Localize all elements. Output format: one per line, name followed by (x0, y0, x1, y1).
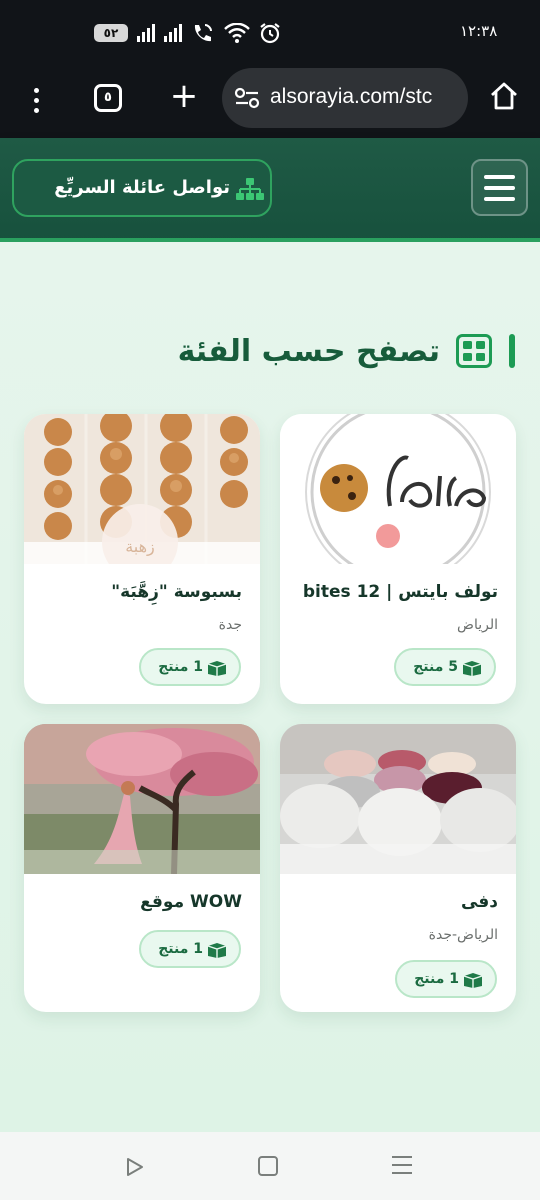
wifi-calling-icon (194, 24, 212, 42)
box-icon (207, 661, 227, 676)
tabs-button[interactable]: ٥ (94, 84, 122, 112)
category-card[interactable]: WOW موقع 1 منتج (24, 724, 260, 1012)
category-card[interactable]: دفى الرياض-جدة 1 منتج (280, 724, 516, 1012)
home-icon[interactable] (258, 1156, 278, 1176)
product-count-badge: 5 منتج (394, 648, 496, 686)
signal-icon (164, 24, 182, 42)
category-card[interactable]: تولف بايتس | 12 bites الرياض 5 منتج (280, 414, 516, 704)
category-name[interactable]: بسبوسة "زِهَّبَة" (32, 582, 242, 602)
status-icons: ٥٢ (94, 22, 281, 44)
category-image (280, 724, 516, 874)
category-city: الرياض (457, 617, 498, 633)
alarm-icon (260, 23, 280, 44)
signal-icon (137, 24, 155, 42)
menu-dots-icon[interactable] (26, 82, 46, 118)
logo-text: زهبة (125, 537, 155, 557)
battery-level: ٥٢ (103, 26, 119, 40)
recent-apps-icon[interactable] (392, 1156, 412, 1176)
sitemap-icon (236, 178, 264, 200)
category-image (24, 724, 260, 874)
site-settings-icon[interactable] (234, 86, 260, 110)
new-tab-icon[interactable]: + (166, 78, 202, 114)
wifi-icon (224, 23, 250, 43)
category-image: زهبة (24, 414, 260, 564)
hamburger-icon[interactable] (471, 159, 528, 216)
product-count-badge: 1 منتج (139, 648, 241, 686)
main-content: تصفح حسب الفئة تولف بايتس | 12 bites الر… (0, 242, 540, 1132)
product-count: 1 منتج (158, 941, 203, 957)
box-icon (463, 973, 483, 988)
category-city: جدة (218, 617, 242, 633)
product-count: 5 منتج (413, 659, 458, 675)
box-icon (462, 661, 482, 676)
site-header: تواصل عائلة السريِّع (0, 138, 540, 242)
product-count-badge: 1 منتج (139, 930, 241, 968)
status-bar: ٥٢ ١٢:٣٨ (0, 0, 540, 64)
category-city: الرياض-جدة (428, 927, 498, 943)
home-icon[interactable] (488, 80, 520, 112)
grid-icon (456, 334, 492, 368)
box-icon (207, 943, 227, 958)
product-count: 1 منتج (414, 971, 459, 987)
browser-toolbar: ٥ + alsorayia.com/stc (0, 64, 540, 138)
back-icon[interactable] (124, 1156, 146, 1178)
system-nav-bar (0, 1132, 540, 1200)
product-count: 1 منتج (158, 659, 203, 675)
product-count-badge: 1 منتج (395, 960, 497, 998)
section-accent-bar (509, 334, 515, 368)
category-name[interactable]: دفى (288, 892, 498, 912)
battery-icon: ٥٢ (94, 24, 128, 42)
url-text: alsorayia.com/stc (270, 85, 433, 108)
address-bar[interactable]: alsorayia.com/stc (222, 68, 468, 128)
clock: ١٢:٣٨ (460, 22, 498, 40)
category-card[interactable]: زهبة بسبوسة "زِهَّبَة" جدة 1 منتج (24, 414, 260, 704)
family-contact-button[interactable]: تواصل عائلة السريِّع (12, 159, 272, 217)
category-image (280, 414, 516, 564)
category-name[interactable]: WOW موقع (32, 892, 242, 912)
category-name[interactable]: تولف بايتس | 12 bites (288, 582, 498, 602)
family-contact-label: تواصل عائلة السريِّع (54, 177, 230, 198)
section-title: تصفح حسب الفئة (177, 334, 440, 369)
